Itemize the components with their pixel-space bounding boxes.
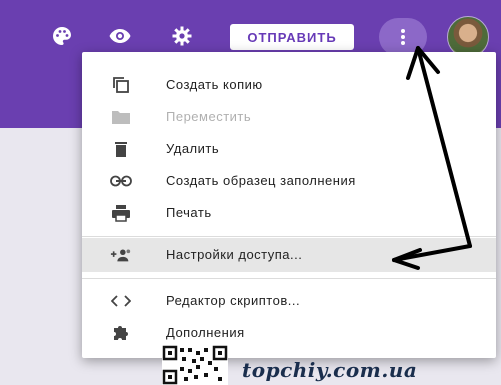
printer-icon (110, 204, 132, 222)
menu-item-label: Редактор скриптов... (166, 293, 301, 308)
menu-divider (82, 278, 496, 279)
menu-item-prefilled-link[interactable]: Создать образец заполнения (82, 164, 496, 198)
menu-divider (82, 236, 496, 237)
menu-item-label: Дополнения (166, 325, 245, 340)
menu-item-label: Печать (166, 205, 212, 220)
send-button[interactable]: ОТПРАВИТЬ (230, 24, 354, 50)
eye-icon[interactable] (108, 24, 132, 48)
menu-item-script-editor[interactable]: Редактор скриптов... (82, 284, 496, 318)
menu-item-label: Создать образец заполнения (166, 173, 356, 188)
link-icon (110, 172, 132, 190)
menu-item-print[interactable]: Печать (82, 196, 496, 230)
menu-item-make-copy[interactable]: Создать копию (82, 68, 496, 102)
menu-item-delete[interactable]: Удалить (82, 132, 496, 166)
menu-item-label: Настройки доступа... (166, 247, 303, 262)
watermark-text: topchiy.com.ua (242, 358, 418, 382)
folder-icon (110, 108, 132, 126)
menu-item-move[interactable]: Переместить (82, 100, 496, 134)
qr-code-image (162, 345, 228, 385)
puzzle-icon (110, 324, 132, 342)
menu-item-addons[interactable]: Дополнения (82, 316, 496, 350)
more-options-menu: Создать копию Переместить Удалить Создат… (82, 52, 496, 358)
gear-icon[interactable] (170, 24, 194, 48)
palette-icon[interactable] (50, 24, 74, 48)
menu-item-label: Удалить (166, 141, 220, 156)
menu-item-label: Создать копию (166, 77, 263, 92)
person-add-icon (110, 246, 132, 264)
more-vert-icon (401, 29, 405, 45)
code-icon (110, 292, 132, 310)
copy-icon (110, 76, 132, 94)
more-options-button[interactable] (379, 18, 427, 56)
menu-item-label: Переместить (166, 109, 252, 124)
trash-icon (110, 140, 132, 158)
menu-item-sharing-settings[interactable]: Настройки доступа... (82, 238, 496, 272)
